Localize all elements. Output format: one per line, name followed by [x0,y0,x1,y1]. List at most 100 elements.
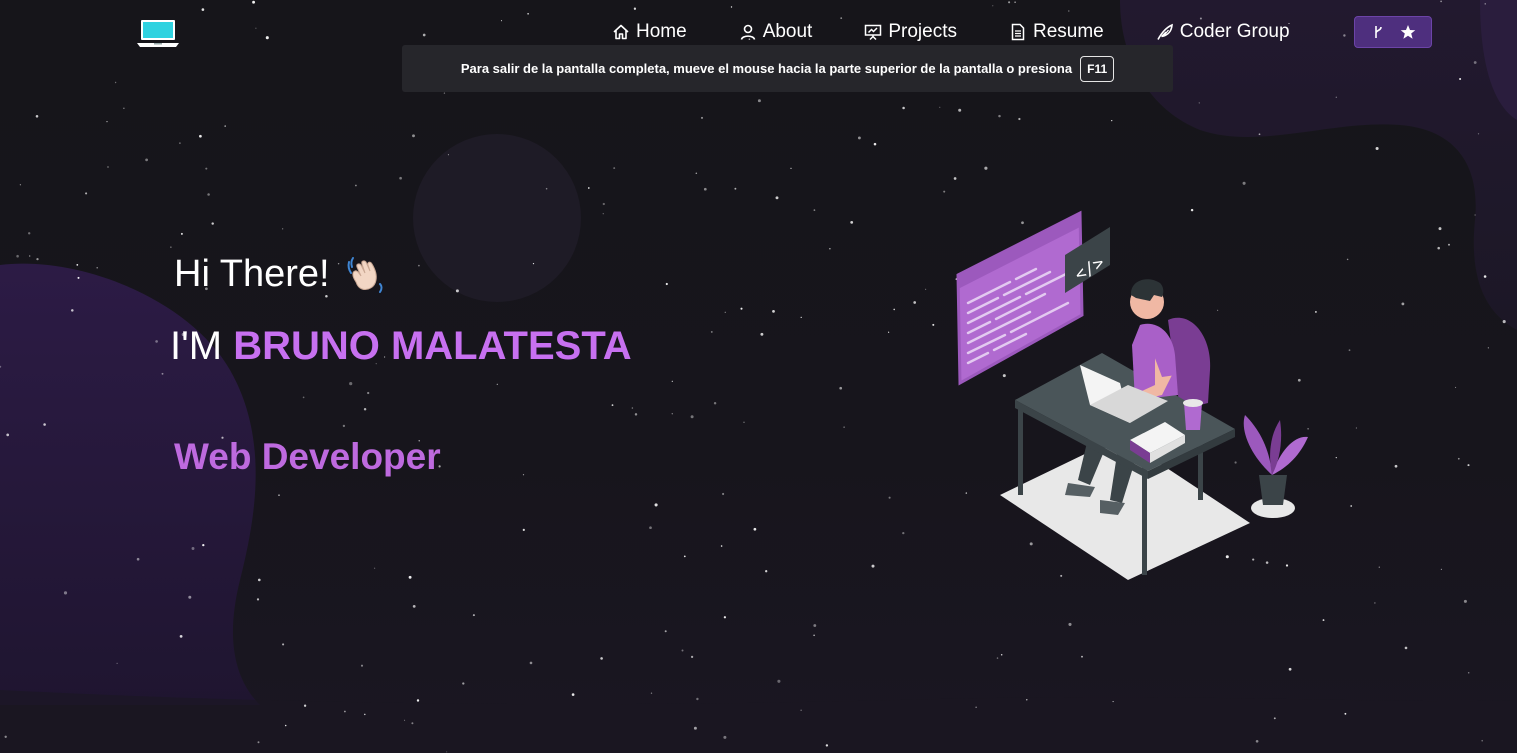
star [1459,77,1462,81]
star [700,116,704,119]
star [813,624,817,627]
star [1502,320,1506,324]
star [723,616,727,619]
star [1273,717,1276,720]
star [925,288,927,290]
star [1484,3,1486,5]
star [888,496,891,499]
star [1455,386,1457,388]
star [1457,457,1460,460]
hero-greeting-text: Hi There! [174,252,330,295]
nav-about-label: About [762,21,813,42]
star [723,735,727,739]
star [743,421,745,423]
star [790,167,792,169]
star [777,679,781,683]
nav-about[interactable]: About [739,21,813,43]
star [1350,505,1353,507]
star [693,726,697,730]
star [839,386,843,390]
star [650,692,653,694]
star [1374,602,1376,604]
star [446,751,448,753]
star [443,92,446,94]
star [1198,102,1200,104]
star [201,8,205,11]
star [265,36,269,40]
star [800,316,802,319]
star [170,246,172,248]
hero-intro-prefix: I'M [170,324,223,368]
star [360,664,364,667]
laptop-icon [137,20,179,47]
star [1483,275,1487,278]
star [1335,456,1337,459]
star [913,301,917,304]
star [1467,672,1470,674]
logo[interactable] [137,18,179,50]
star [975,706,977,708]
star [690,415,694,419]
star [1375,146,1379,151]
star [342,424,346,428]
star [1346,258,1349,261]
nav-coder-group[interactable]: Coder Group [1156,21,1290,43]
star [1344,712,1347,715]
star [255,27,257,29]
star [500,20,503,22]
star [76,264,79,266]
star [813,634,815,637]
star [455,289,459,293]
star [939,106,941,108]
star [1463,599,1467,603]
star [4,735,7,738]
star [71,309,74,312]
star [29,255,31,257]
star [522,474,525,476]
star [1378,566,1380,568]
star [1448,243,1450,246]
star [411,722,414,725]
nav-resume[interactable]: Resume [1009,21,1104,43]
star [772,310,775,313]
waving-hand-icon [347,257,383,293]
star [136,557,140,561]
star [1008,1,1011,4]
star [998,114,1001,118]
star [654,503,658,507]
star [1487,347,1489,349]
star [1068,622,1072,626]
star [202,543,205,547]
star [35,115,39,118]
star [1018,117,1021,121]
star [161,372,164,375]
star [932,323,935,326]
star [696,697,699,701]
star [825,744,829,747]
star [188,595,192,599]
star [257,741,260,744]
star [888,331,890,333]
star [671,413,673,415]
star [522,528,525,532]
star [123,107,125,109]
star [1255,739,1259,743]
star [587,187,590,189]
star [349,382,353,386]
star [695,172,698,174]
github-fork-star-button[interactable] [1354,16,1432,48]
star [404,719,406,721]
nav-projects[interactable]: Projects [864,21,957,43]
star [720,545,723,547]
star [665,282,668,286]
star [1014,1,1016,3]
star [1481,739,1483,742]
portfolio-page: Home About Projects Resume Coder Group P… [0,0,1517,753]
star [602,213,604,215]
nav-home[interactable]: Home [612,21,687,43]
star [996,657,999,659]
star [710,330,713,333]
star [829,248,831,250]
presentation-icon [865,24,882,41]
star [1343,34,1346,37]
